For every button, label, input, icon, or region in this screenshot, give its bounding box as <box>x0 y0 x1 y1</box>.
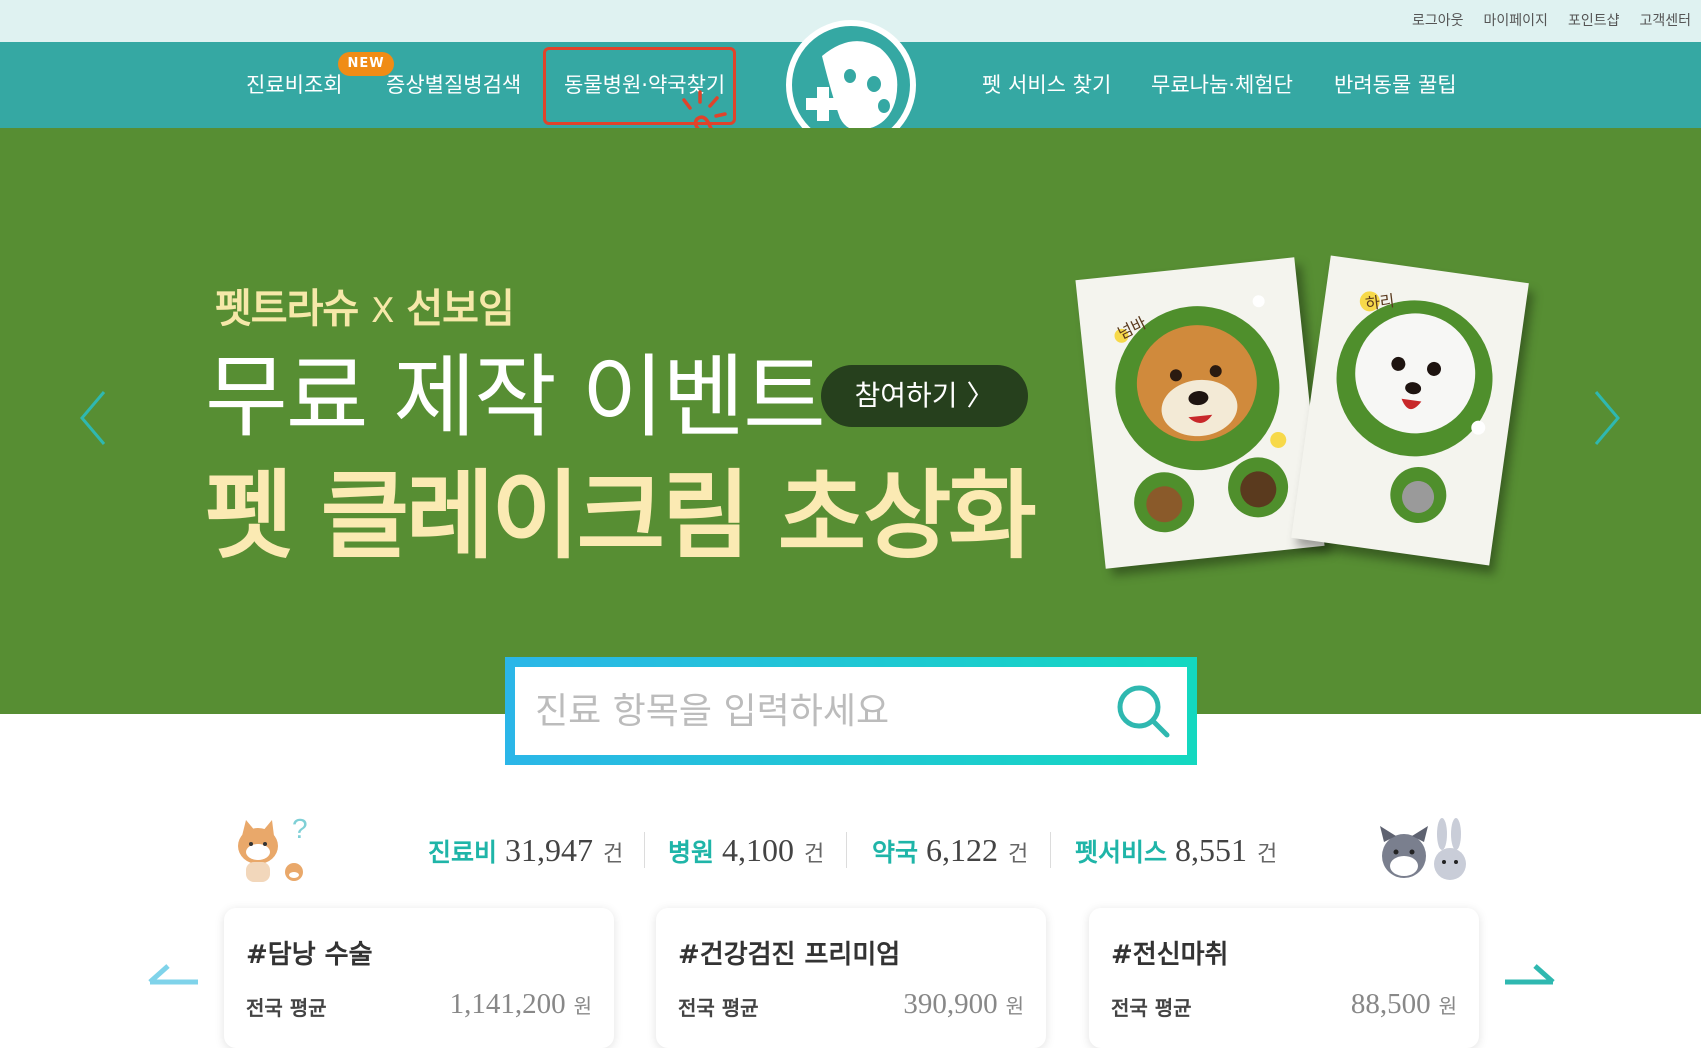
stat-cost-unit: 건 <box>603 842 624 867</box>
stat-hospital-value: 4,100 <box>722 832 795 868</box>
hero-title-line2: 펫 클레이크림 초상화 <box>205 460 1037 572</box>
mypage-link[interactable]: 마이페이지 <box>1484 10 1548 30</box>
procedure-card[interactable]: #전신마취 전국 평균 88,500 원 <box>1089 908 1479 1048</box>
nav-item-free-sharing[interactable]: 무료나눔·체험단 <box>1151 42 1293 128</box>
dog-question-illustration: ? <box>238 814 308 882</box>
procedure-price: 390,900 원 <box>903 988 1024 1021</box>
arrow-left-icon[interactable] <box>146 962 202 988</box>
procedure-price: 88,500 원 <box>1351 988 1457 1021</box>
hero-title-line1: 무료 제작 이벤트 <box>205 345 826 450</box>
hero-brand-right: 선보임 <box>406 286 514 332</box>
search-icon[interactable] <box>1115 683 1171 739</box>
national-average-label: 전국 평균 <box>1111 996 1192 1020</box>
stat-pet-service-value: 8,551 <box>1175 832 1248 868</box>
stat-pharmacy-label: 약국 <box>872 838 919 867</box>
hero-subtitle: 펫트라슈 X 선보임 <box>215 276 515 334</box>
price-value: 88,500 <box>1350 988 1431 1020</box>
stat-cost: 진료비 31,947 건 <box>428 820 623 880</box>
search-inner <box>515 667 1187 755</box>
procedure-title: #전신마취 <box>1111 940 1229 970</box>
clay-portrait-shiba: 넘바 <box>1075 257 1325 569</box>
price-unit: 원 <box>1005 994 1024 1018</box>
stat-cost-label: 진료비 <box>428 838 498 867</box>
nav-item-pet-service[interactable]: 펫 서비스 찾기 <box>982 42 1111 128</box>
search-input[interactable] <box>535 667 1095 755</box>
top-links: 로그아웃 마이페이지 포인트샵 고객센터 <box>1412 0 1691 40</box>
hero-collab-x: X <box>371 291 394 331</box>
stat-pharmacy-value: 6,122 <box>926 832 999 868</box>
nav-item-symptom-search[interactable]: 증상별질병검색 <box>386 42 521 128</box>
chevron-right-icon[interactable] <box>1588 386 1628 450</box>
canvas-label-2: 하리 <box>1364 290 1396 314</box>
price-value: 1,141,200 <box>449 988 566 1020</box>
dog-bunny-illustration <box>1380 818 1466 880</box>
search-box <box>505 657 1197 765</box>
stat-hospital-label: 병원 <box>668 838 715 867</box>
procedure-title: #건강검진 프리미엄 <box>678 940 901 970</box>
svg-text:?: ? <box>292 814 308 844</box>
stat-hospital: 병원 4,100 건 <box>668 820 824 880</box>
stats-row: ? 진료비 31,947 건 병원 4,100 건 약국 6,122 건 펫서비스 8,551… <box>0 814 1701 882</box>
price-unit: 원 <box>573 994 592 1018</box>
pointshop-link[interactable]: 포인트샵 <box>1568 10 1620 30</box>
stat-divider <box>644 832 645 868</box>
procedure-price: 1,141,200 원 <box>450 988 592 1021</box>
clay-portrait-maltese: 하리 <box>1291 255 1529 566</box>
stat-pet-service-label: 펫서비스 <box>1075 838 1168 867</box>
procedure-card[interactable]: #담낭 수술 전국 평균 1,141,200 원 <box>224 908 614 1048</box>
national-average-label: 전국 평균 <box>678 996 759 1020</box>
stat-divider <box>1050 832 1051 868</box>
stat-pet-service: 펫서비스 8,551 건 <box>1075 820 1277 880</box>
price-unit: 원 <box>1438 994 1457 1018</box>
procedure-card[interactable]: #건강검진 프리미엄 전국 평균 390,900 원 <box>656 908 1046 1048</box>
logout-link[interactable]: 로그아웃 <box>1412 10 1464 30</box>
arrow-right-icon[interactable] <box>1501 962 1557 988</box>
price-value: 390,900 <box>903 988 998 1020</box>
procedure-title: #담낭 수술 <box>246 940 373 970</box>
stat-cost-value: 31,947 <box>505 832 594 868</box>
hero-banner[interactable]: 펫트라슈 X 선보임 무료 제작 이벤트 참여하기 〉 펫 클레이크림 초상화 … <box>0 128 1701 714</box>
nav-item-cost-lookup[interactable]: 진료비조회 <box>246 42 343 128</box>
join-event-button[interactable]: 참여하기 〉 <box>821 365 1028 427</box>
national-average-label: 전국 평균 <box>246 996 327 1020</box>
stat-divider <box>846 832 847 868</box>
chevron-left-icon[interactable] <box>72 386 112 450</box>
stat-pharmacy: 약국 6,122 건 <box>872 820 1028 880</box>
nav-item-pet-tips[interactable]: 반려동물 꿀팁 <box>1334 42 1457 128</box>
stat-hospital-unit: 건 <box>804 842 825 867</box>
stat-pharmacy-unit: 건 <box>1008 842 1029 867</box>
stat-pet-service-unit: 건 <box>1257 842 1278 867</box>
customer-center-link[interactable]: 고객센터 <box>1639 10 1691 30</box>
hero-brand-left: 펫트라슈 <box>215 286 359 332</box>
